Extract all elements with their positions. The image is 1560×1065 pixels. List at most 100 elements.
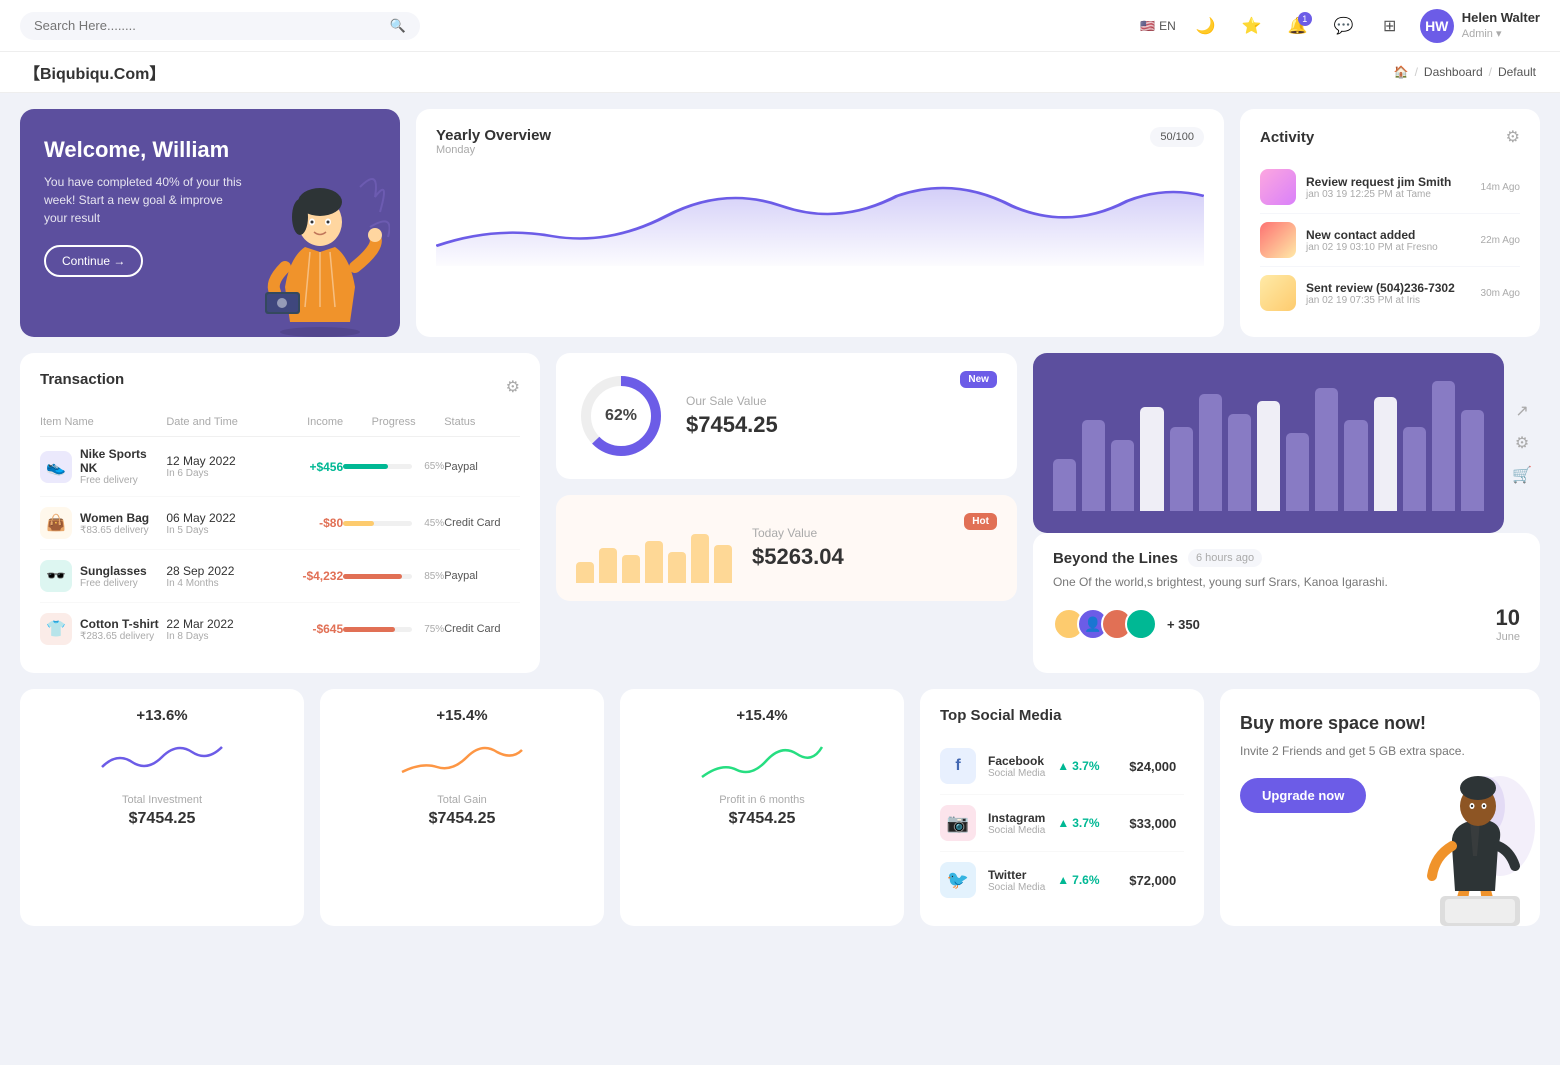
user-name: Helen Walter bbox=[1462, 10, 1540, 27]
facebook-growth: ▲ 3.7% bbox=[1057, 759, 1117, 773]
table-row: 👕 Cotton T-shirt ₹283.65 delivery 22 Mar… bbox=[40, 603, 520, 655]
table-row: 🕶️ Sunglasses Free delivery 28 Sep 2022 … bbox=[40, 550, 520, 603]
dark-mode-toggle[interactable]: 🌙 bbox=[1190, 10, 1222, 42]
big-bar-0 bbox=[1053, 459, 1076, 511]
breadcrumb: 🏠 / Dashboard / Default bbox=[1394, 65, 1536, 79]
language-selector[interactable]: 🇺🇸 EN bbox=[1140, 19, 1176, 33]
social-media-card: Top Social Media f Facebook Social Media… bbox=[920, 689, 1204, 926]
breadcrumb-dashboard[interactable]: Dashboard bbox=[1424, 65, 1483, 79]
investment-value: $7454.25 bbox=[40, 810, 284, 828]
activity-avatar-1 bbox=[1260, 169, 1296, 205]
beyond-title: Beyond the Lines bbox=[1053, 550, 1178, 567]
item-icon-0: 👟 bbox=[40, 451, 72, 483]
activity-item-1: Review request jim Smith jan 03 19 12:25… bbox=[1260, 161, 1520, 214]
main-content: Welcome, William You have completed 40% … bbox=[0, 93, 1560, 958]
facebook-amount: $24,000 bbox=[1129, 759, 1176, 774]
progress-col-2: 85% bbox=[343, 571, 444, 582]
home-icon[interactable]: 🏠 bbox=[1394, 65, 1409, 79]
income-col-0: +$456 bbox=[267, 460, 343, 474]
user-profile[interactable]: HW Helen Walter Admin ▾ bbox=[1420, 9, 1540, 43]
search-icon: 🔍 bbox=[390, 18, 406, 34]
progress-col-3: 75% bbox=[343, 624, 444, 635]
activity-avatar-3 bbox=[1260, 275, 1296, 311]
bar-beyond-wrapper: ↗ ⚙ 🛒 bbox=[1033, 353, 1540, 533]
item-info-3: 👕 Cotton T-shirt ₹283.65 delivery bbox=[40, 613, 166, 645]
notification-bell[interactable]: 🔔 1 bbox=[1282, 10, 1314, 42]
today-value-card: Today Value $5263.04 Hot bbox=[556, 495, 1017, 601]
side-icons: ↗ ⚙ 🛒 bbox=[1504, 353, 1540, 533]
activity-settings-icon[interactable]: ⚙ bbox=[1506, 127, 1520, 147]
search-bar: 🔍 bbox=[20, 12, 420, 40]
activity-title: Activity bbox=[1260, 129, 1314, 146]
item-info-1: 👜 Women Bag ₹83.65 delivery bbox=[40, 507, 166, 539]
big-bar-5 bbox=[1199, 394, 1222, 511]
big-bar-9 bbox=[1315, 388, 1338, 512]
twitter-growth: ▲ 7.6% bbox=[1057, 873, 1117, 887]
yearly-chart bbox=[436, 166, 1204, 266]
social-title: Top Social Media bbox=[940, 707, 1184, 724]
investment-label: Total Investment bbox=[40, 794, 284, 806]
item-icon-1: 👜 bbox=[40, 507, 72, 539]
today-bar-1 bbox=[599, 548, 617, 583]
upgrade-button[interactable]: Upgrade now bbox=[1240, 778, 1366, 813]
profit-percent: +15.4% bbox=[640, 707, 884, 724]
bar-chart-card bbox=[1033, 353, 1504, 533]
beyond-date: 10 June bbox=[1496, 605, 1520, 643]
date-col-1: 06 May 2022 In 5 Days bbox=[166, 511, 267, 536]
item-info-2: 🕶️ Sunglasses Free delivery bbox=[40, 560, 166, 592]
continue-button[interactable]: Continue → bbox=[44, 245, 143, 277]
big-bar-10 bbox=[1344, 420, 1367, 511]
grid-icon[interactable]: ⊞ bbox=[1374, 10, 1406, 42]
today-bar-4 bbox=[668, 552, 686, 584]
cart-icon[interactable]: 🛒 bbox=[1512, 465, 1532, 485]
transaction-card: Transaction ⚙ Item Name Date and Time In… bbox=[20, 353, 540, 673]
facebook-icon: f bbox=[940, 748, 976, 784]
social-row-instagram: 📷 Instagram Social Media ▲ 3.7% $33,000 bbox=[940, 795, 1184, 852]
income-col-2: -$4,232 bbox=[267, 569, 343, 583]
welcome-subtitle: You have completed 40% of your this week… bbox=[44, 173, 244, 227]
income-col-1: -$80 bbox=[267, 516, 343, 530]
space-illustration bbox=[1410, 766, 1540, 926]
twitter-amount: $72,000 bbox=[1129, 873, 1176, 888]
status-col-3: Credit Card bbox=[444, 623, 520, 635]
gain-label: Total Gain bbox=[340, 794, 584, 806]
notification-badge: 1 bbox=[1298, 12, 1312, 26]
date-col-2: 28 Sep 2022 In 4 Months bbox=[166, 564, 267, 589]
star-icon[interactable]: ⭐ bbox=[1236, 10, 1268, 42]
yearly-count-badge: 50/100 bbox=[1150, 127, 1204, 147]
social-row-facebook: f Facebook Social Media ▲ 3.7% $24,000 bbox=[940, 738, 1184, 795]
instagram-growth: ▲ 3.7% bbox=[1057, 816, 1117, 830]
yearly-overview-day: Monday bbox=[436, 144, 551, 156]
big-bar-7 bbox=[1257, 401, 1280, 512]
status-col-0: Paypal bbox=[444, 461, 520, 473]
item-icon-3: 👕 bbox=[40, 613, 72, 645]
share-icon[interactable]: ↗ bbox=[1515, 401, 1528, 421]
gain-percent: +15.4% bbox=[340, 707, 584, 724]
donut-chart: 62% bbox=[576, 371, 666, 461]
mini-stat-gain: +15.4% Total Gain $7454.25 bbox=[320, 689, 604, 926]
chat-icon[interactable]: 💬 bbox=[1328, 10, 1360, 42]
avatar-stack: 👤 bbox=[1053, 608, 1157, 640]
settings-side-icon[interactable]: ⚙ bbox=[1515, 433, 1529, 453]
investment-percent: +13.6% bbox=[40, 707, 284, 724]
brand-logo: 【Biqubiqu.Com】 bbox=[24, 60, 165, 84]
big-bar-11 bbox=[1374, 397, 1397, 511]
yearly-overview-card: Yearly Overview Monday 50/100 bbox=[416, 109, 1224, 337]
breadcrumb-page: Default bbox=[1498, 65, 1536, 79]
today-bar-chart bbox=[576, 513, 732, 583]
sale-value-card: 62% Our Sale Value $7454.25 New bbox=[556, 353, 1017, 479]
user-details: Helen Walter Admin ▾ bbox=[1462, 10, 1540, 41]
item-info-0: 👟 Nike Sports NK Free delivery bbox=[40, 447, 166, 486]
big-bar-12 bbox=[1403, 427, 1426, 512]
transaction-settings-icon[interactable]: ⚙ bbox=[506, 377, 520, 397]
today-bar-3 bbox=[645, 541, 663, 583]
row-1: Welcome, William You have completed 40% … bbox=[20, 109, 1540, 337]
twitter-icon: 🐦 bbox=[940, 862, 976, 898]
big-bar-13 bbox=[1432, 381, 1455, 511]
search-input[interactable] bbox=[34, 18, 382, 33]
progress-col-0: 65% bbox=[343, 461, 444, 472]
investment-chart bbox=[40, 732, 284, 782]
status-col-2: Paypal bbox=[444, 570, 520, 582]
activity-avatar-2 bbox=[1260, 222, 1296, 258]
today-bar-0 bbox=[576, 562, 594, 583]
